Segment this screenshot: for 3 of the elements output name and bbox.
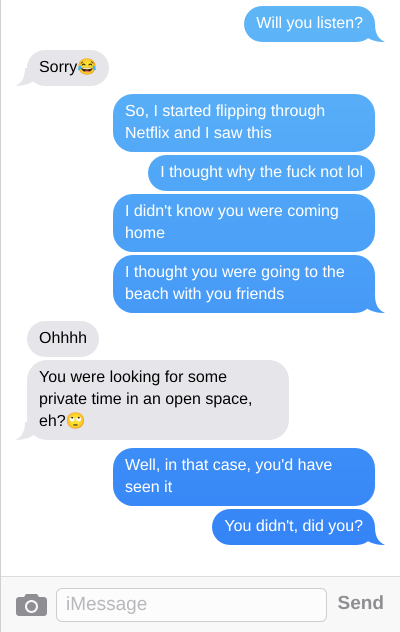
message-field[interactable]: iMessage bbox=[56, 588, 327, 622]
send-button[interactable]: Send bbox=[336, 590, 386, 619]
camera-icon[interactable] bbox=[16, 593, 47, 616]
